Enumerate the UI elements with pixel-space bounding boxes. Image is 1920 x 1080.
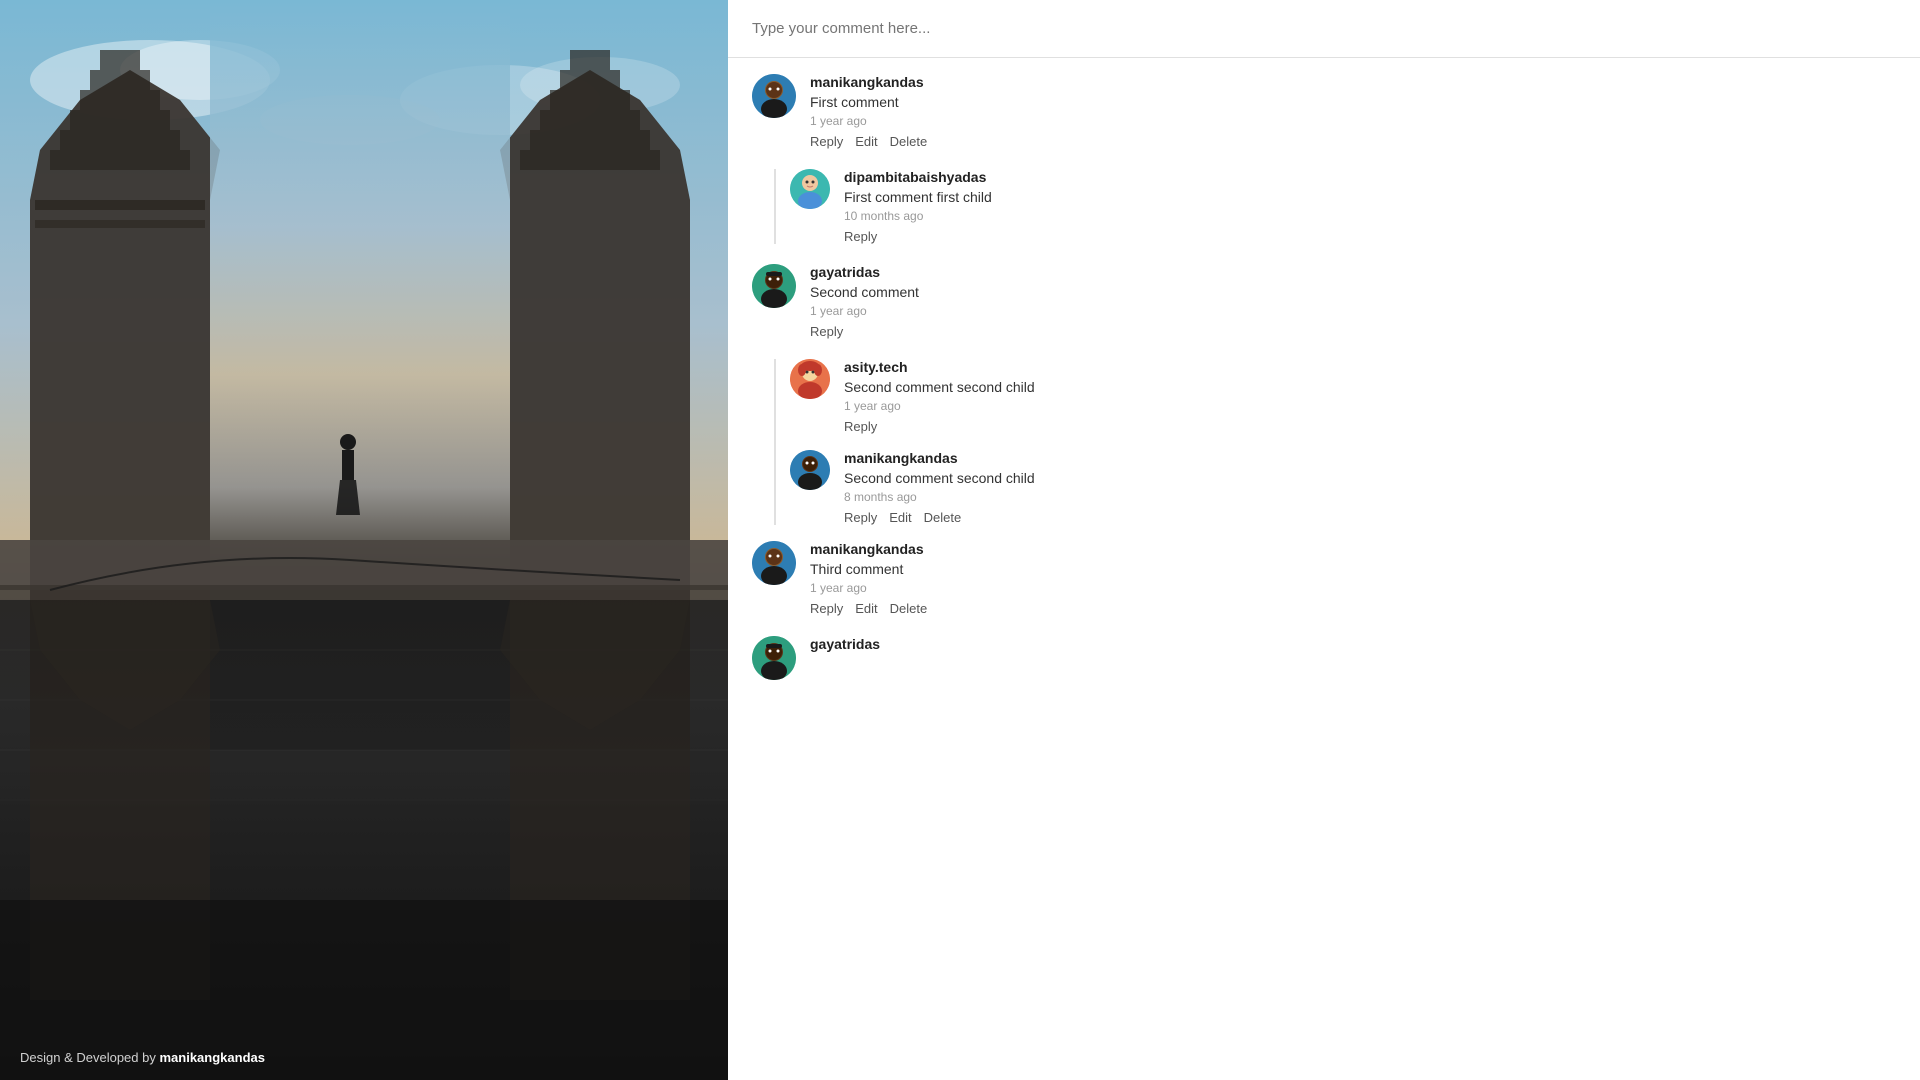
avatar xyxy=(752,74,796,118)
comment-time: 1 year ago xyxy=(810,304,1896,318)
delete-button[interactable]: Delete xyxy=(890,601,928,616)
edit-button[interactable]: Edit xyxy=(855,601,877,616)
comment-author: manikangkandas xyxy=(810,74,1896,90)
comment-author: gayatridas xyxy=(810,264,1896,280)
comment-text: Second comment second child xyxy=(844,470,1896,486)
comment-text: Second comment second child xyxy=(844,379,1896,395)
comments-list: manikangkandas First comment 1 year ago … xyxy=(728,66,1920,708)
comment-author: gayatridas xyxy=(810,636,1896,652)
comment-actions: Reply xyxy=(810,324,1896,339)
comment-body: manikangkandas First comment 1 year ago … xyxy=(810,74,1896,149)
reply-button[interactable]: Reply xyxy=(810,601,843,616)
comment-actions: Reply xyxy=(844,229,1896,244)
comment-input-area[interactable] xyxy=(728,0,1920,58)
child-thread: asity.tech Second comment second child 1… xyxy=(774,359,1896,525)
comment-author: manikangkandas xyxy=(844,450,1896,466)
comment-actions: Reply xyxy=(844,419,1896,434)
reply-button[interactable]: Reply xyxy=(844,229,877,244)
comment-author: dipambitabaishyadas xyxy=(844,169,1896,185)
image-panel: Design & Developed by manikangkandas xyxy=(0,0,728,1080)
comment-author: asity.tech xyxy=(844,359,1896,375)
comment-time: 8 months ago xyxy=(844,490,1896,504)
comments-panel[interactable]: manikangkandas First comment 1 year ago … xyxy=(728,0,1920,1080)
reply-button[interactable]: Reply xyxy=(810,324,843,339)
delete-button[interactable]: Delete xyxy=(890,134,928,149)
comment-text: Third comment xyxy=(810,561,1896,577)
child-comment-item: manikangkandas Second comment second chi… xyxy=(776,450,1896,525)
comment-item: gayatridas xyxy=(752,636,1896,680)
comment-text: Second comment xyxy=(810,284,1896,300)
comment-actions: Reply Edit Delete xyxy=(844,510,1896,525)
temple-image xyxy=(0,0,728,1080)
comment-body: manikangkandas Second comment second chi… xyxy=(844,450,1896,525)
comment-input[interactable] xyxy=(752,0,1896,57)
comment-text: First comment xyxy=(810,94,1896,110)
comment-time: 1 year ago xyxy=(810,114,1896,128)
comment-item: manikangkandas First comment 1 year ago … xyxy=(752,74,1896,149)
comment-time: 10 months ago xyxy=(844,209,1896,223)
credit-author: manikangkandas xyxy=(159,1050,265,1065)
comment-time: 1 year ago xyxy=(810,581,1896,595)
comment-actions: Reply Edit Delete xyxy=(810,601,1896,616)
avatar xyxy=(752,264,796,308)
child-comment-item: dipambitabaishyadas First comment first … xyxy=(776,169,1896,244)
avatar xyxy=(790,359,830,399)
edit-button[interactable]: Edit xyxy=(855,134,877,149)
comment-text: First comment first child xyxy=(844,189,1896,205)
avatar xyxy=(752,636,796,680)
avatar xyxy=(790,450,830,490)
comment-item: manikangkandas Third comment 1 year ago … xyxy=(752,541,1896,616)
edit-button[interactable]: Edit xyxy=(889,510,911,525)
reply-button[interactable]: Reply xyxy=(810,134,843,149)
comment-body: manikangkandas Third comment 1 year ago … xyxy=(810,541,1896,616)
child-comment-item: asity.tech Second comment second child 1… xyxy=(776,359,1896,434)
reply-button[interactable]: Reply xyxy=(844,419,877,434)
comment-body: dipambitabaishyadas First comment first … xyxy=(844,169,1896,244)
comment-author: manikangkandas xyxy=(810,541,1896,557)
comment-actions: Reply Edit Delete xyxy=(810,134,1896,149)
comment-item: gayatridas Second comment 1 year ago Rep… xyxy=(752,264,1896,339)
comment-body: asity.tech Second comment second child 1… xyxy=(844,359,1896,434)
comment-body: gayatridas Second comment 1 year ago Rep… xyxy=(810,264,1896,339)
avatar xyxy=(790,169,830,209)
avatar xyxy=(752,541,796,585)
credit-prefix: Design & Developed by xyxy=(20,1050,156,1065)
child-thread: dipambitabaishyadas First comment first … xyxy=(774,169,1896,244)
delete-button[interactable]: Delete xyxy=(924,510,962,525)
reply-button[interactable]: Reply xyxy=(844,510,877,525)
footer-credit: Design & Developed by manikangkandas xyxy=(20,1050,265,1065)
comment-body: gayatridas xyxy=(810,636,1896,680)
comment-time: 1 year ago xyxy=(844,399,1896,413)
